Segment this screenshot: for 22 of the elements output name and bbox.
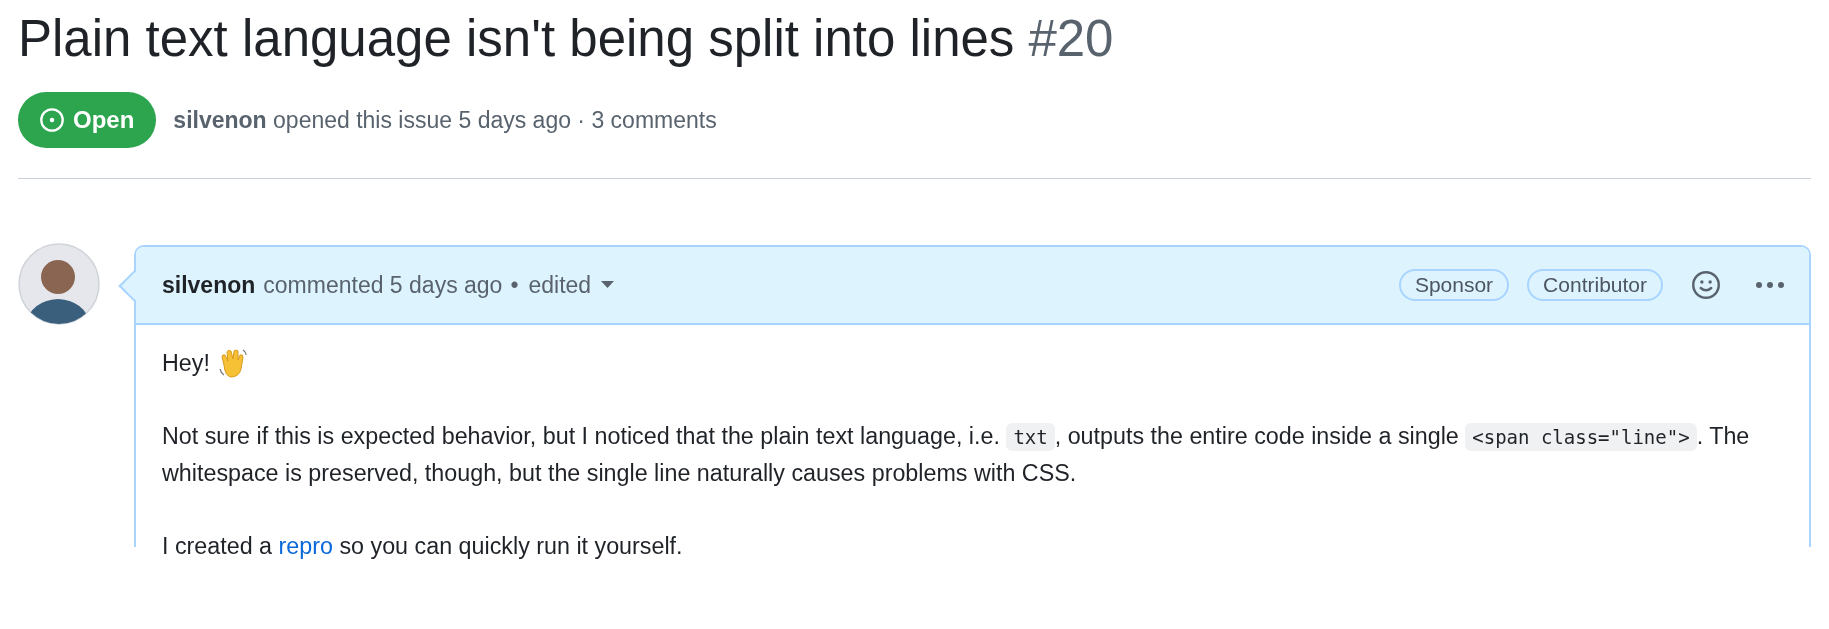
separator-dot: • bbox=[510, 271, 519, 299]
issue-title: Plain text language isn't being split into lines bbox=[18, 9, 1015, 69]
role-badge: Sponsor bbox=[1398, 269, 1510, 301]
waving-hand-icon bbox=[217, 347, 248, 379]
author-link[interactable]: silvenon bbox=[162, 271, 256, 299]
more-options-icon[interactable] bbox=[1755, 281, 1785, 289]
issue-meta: silvenon opened this issue 5 days ago · 3 comments bbox=[173, 106, 717, 134]
edited-dropdown[interactable]: edited bbox=[528, 271, 615, 299]
status-badge: Open bbox=[18, 92, 157, 148]
avatar[interactable] bbox=[18, 243, 100, 325]
comment-paragraph: I created a repro so you can quickly run it yourself. bbox=[162, 532, 684, 561]
comment-time: commented 5 days ago bbox=[263, 271, 503, 299]
inline-code: txt bbox=[1006, 423, 1055, 451]
repro-link[interactable]: repro bbox=[278, 533, 333, 559]
comment-paragraph: Not sure if this is expected behavior, but I noticed that the plain text language, i.e. txt , outputs the entire code inside a single <span class="line"> . The whitespace is preserved, though, but the single line naturally causes problems with CSS. bbox=[162, 422, 1751, 488]
greeting-text: Hey! bbox=[162, 349, 210, 378]
inline-code: <span class="line"> bbox=[1465, 423, 1697, 451]
caret-icon bbox=[601, 281, 615, 289]
open-issue-icon bbox=[39, 107, 65, 133]
emoji-icon[interactable] bbox=[1691, 270, 1721, 300]
role-badge: Contributor bbox=[1527, 269, 1663, 301]
issue-number: #20 bbox=[1028, 9, 1114, 69]
